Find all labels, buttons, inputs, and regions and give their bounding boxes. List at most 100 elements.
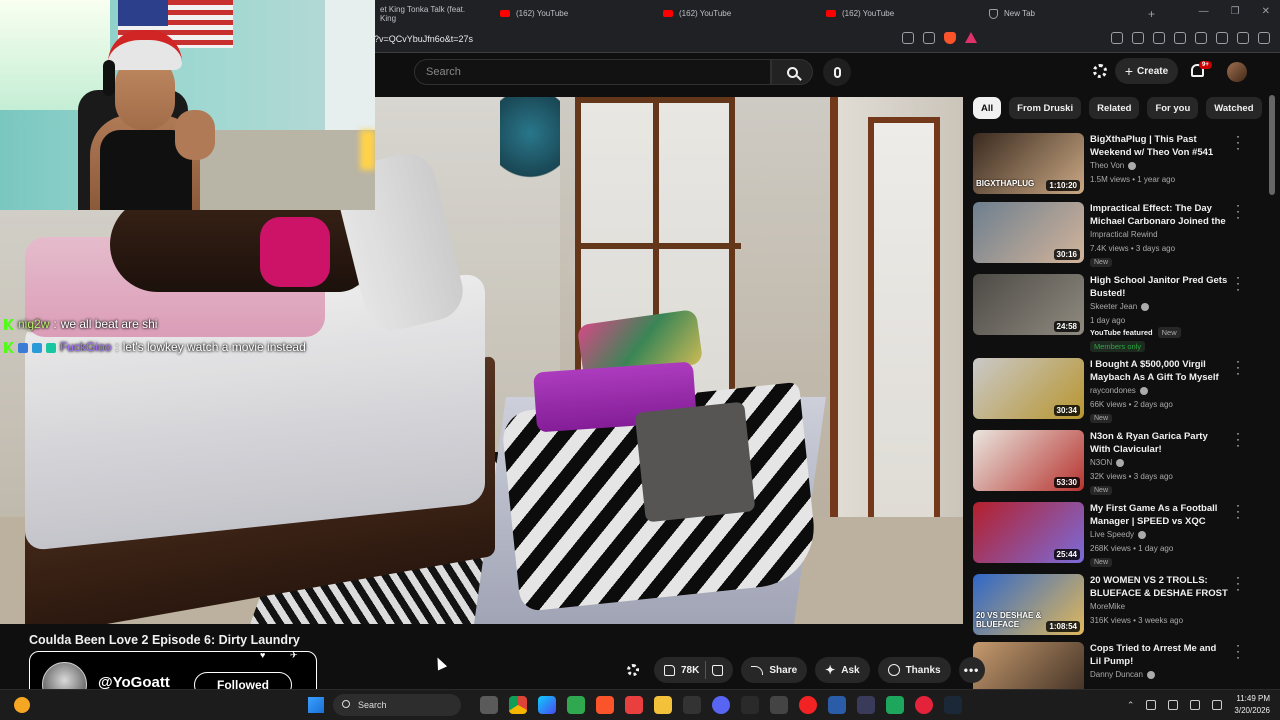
video-thumbnail[interactable]: BIGXTHAPLUG 1:10:20 — [973, 133, 1084, 194]
browser-tab[interactable]: New Tab — [979, 0, 1142, 27]
recommended-video[interactable]: 30:16 Impractical Effect: The Day Michael… — [973, 199, 1253, 267]
windows-start-icon[interactable] — [308, 697, 324, 713]
channel-name[interactable]: Live Speedy — [1090, 530, 1147, 539]
screenshot-icon[interactable] — [1132, 32, 1144, 44]
discord-icon[interactable] — [712, 696, 730, 714]
keyboard-icon[interactable] — [770, 696, 788, 714]
dislike-icon[interactable] — [712, 664, 724, 676]
recommended-video[interactable]: BIGXTHAPLUG 1:10:20 BigXthaPlug | This Pas… — [973, 130, 1253, 196]
menu-icon[interactable] — [1258, 32, 1270, 44]
video-thumbnail[interactable]: 24:58 — [973, 274, 1084, 335]
create-button[interactable]: + Create — [1115, 58, 1178, 84]
video-title-link[interactable]: I Bought A $500,000 Virgil Maybach As A … — [1090, 358, 1230, 384]
more-vertical-icon[interactable]: · · · — [1233, 427, 1243, 451]
video-title-link[interactable]: Cops Tried to Arrest Me and Lil Pump! — [1090, 642, 1230, 668]
share-icon[interactable] — [923, 32, 935, 44]
volume-icon[interactable] — [1190, 700, 1201, 710]
channel-name[interactable]: N3ON — [1090, 458, 1125, 467]
video-title-link[interactable]: My First Game As a Football Manager | SP… — [1090, 502, 1230, 528]
browser-tab[interactable]: (162) YouTube — [816, 0, 979, 27]
settings-gear-icon[interactable] — [1093, 64, 1107, 78]
music-icon[interactable] — [1153, 32, 1165, 44]
opera-gx-icon[interactable] — [799, 696, 817, 714]
recommended-video[interactable]: 20 VS DESHAE & BLUEFACE 1:08:54 20 WOMEN V… — [973, 571, 1253, 637]
more-actions-button[interactable]: ••• — [958, 657, 985, 683]
xbox-icon[interactable] — [567, 696, 585, 714]
browser-tab[interactable]: (162) YouTube — [653, 0, 816, 27]
brave-shields-icon[interactable] — [944, 32, 956, 44]
more-vertical-icon[interactable]: · · · — [1233, 571, 1243, 595]
channel-name[interactable]: raycondones — [1090, 386, 1148, 395]
ask-button[interactable]: ✦ Ask — [815, 657, 870, 683]
video-title-link[interactable]: Impractical Effect: The Day Michael Carb… — [1090, 202, 1230, 228]
recommended-video[interactable]: 53:30 N3on & Ryan Garica Party With Clavi… — [973, 427, 1253, 495]
terminal-icon[interactable] — [741, 696, 759, 714]
channel-name[interactable]: Theo Von — [1090, 161, 1137, 170]
more-vertical-icon[interactable]: · · · — [1233, 639, 1243, 663]
chrome-icon[interactable] — [509, 696, 527, 714]
video-thumbnail[interactable]: 30:34 — [973, 358, 1084, 419]
video-title-link[interactable]: BigXthaPlug | This Past Weekend w/ Theo … — [1090, 133, 1230, 159]
close-icon[interactable]: ✕ — [1262, 6, 1270, 17]
clock[interactable]: 11:49 PM 3/20/2026 — [1234, 693, 1270, 717]
video-title-link[interactable]: High School Janitor Pred Gets Busted! — [1090, 274, 1230, 300]
wallet-icon[interactable] — [1195, 32, 1207, 44]
screen-icon[interactable] — [902, 32, 914, 44]
extensions-icon[interactable] — [1111, 32, 1123, 44]
search-button[interactable] — [771, 59, 813, 85]
share-button[interactable]: Share — [741, 657, 808, 683]
steam-icon[interactable] — [944, 696, 962, 714]
video-thumbnail[interactable]: 20 VS DESHAE & BLUEFACE 1:08:54 — [973, 574, 1084, 635]
app-icon[interactable] — [683, 696, 701, 714]
battery-icon[interactable] — [1212, 700, 1223, 710]
browser-tab[interactable]: et King Tonka Talk (feat. King — [370, 0, 490, 27]
channel-name[interactable]: Impractical Rewind — [1090, 230, 1158, 239]
video-title-link[interactable]: N3on & Ryan Garica Party With Clavicular… — [1090, 430, 1230, 456]
channel-name[interactable]: MoreMike — [1090, 602, 1125, 611]
browser-tab[interactable]: (162) YouTube — [490, 0, 653, 27]
brave-icon[interactable] — [596, 696, 614, 714]
leo-ai-icon[interactable] — [1216, 32, 1228, 44]
filter-chip[interactable]: From Druski — [1009, 97, 1082, 119]
chevron-up-icon[interactable]: ⌃ — [1127, 700, 1135, 711]
weather-widget-icon[interactable] — [14, 697, 30, 713]
filter-chip[interactable]: Watched — [1206, 97, 1262, 119]
wifi-icon[interactable] — [1168, 700, 1179, 710]
more-vertical-icon[interactable]: · · · — [1233, 130, 1243, 154]
thanks-button[interactable]: Thanks — [877, 657, 951, 683]
task-view-icon[interactable] — [480, 696, 498, 714]
more-vertical-icon[interactable]: · · · — [1233, 499, 1243, 523]
url-text[interactable]: ?v=QCvYbuJfn6o&t=27s — [374, 34, 473, 44]
channel-name[interactable]: Danny Duncan — [1090, 670, 1155, 679]
video-title-link[interactable]: 20 WOMEN VS 2 TROLLS: BLUEFACE & DESHAE … — [1090, 574, 1230, 600]
video-thumbnail[interactable]: 30:16 — [973, 202, 1084, 263]
filter-chip[interactable]: For you — [1147, 97, 1199, 119]
app-icon-3[interactable] — [857, 696, 875, 714]
maximize-icon[interactable]: ❐ — [1231, 6, 1240, 17]
capcut-icon[interactable] — [625, 696, 643, 714]
brave-rewards-icon[interactable] — [965, 32, 977, 43]
more-vertical-icon[interactable]: · · · — [1233, 199, 1243, 223]
filter-chip[interactable]: All — [973, 97, 1002, 119]
recommended-video[interactable]: 25:44 My First Game As a Football Manager… — [973, 499, 1253, 567]
kick-icon[interactable] — [886, 696, 904, 714]
scrollbar[interactable] — [1269, 95, 1275, 195]
channel-name[interactable]: Skeeter Jean — [1090, 302, 1150, 311]
voice-search-button[interactable] — [823, 58, 851, 86]
copilot-icon[interactable] — [538, 696, 556, 714]
app-icon-2[interactable] — [828, 696, 846, 714]
file-explorer-icon[interactable] — [654, 696, 672, 714]
settings-button[interactable] — [620, 657, 646, 683]
microphone-tray-icon[interactable] — [1146, 700, 1157, 710]
search-input[interactable]: Search — [414, 59, 771, 85]
recommended-video[interactable]: 24:58 High School Janitor Pred Gets Buste… — [973, 271, 1253, 352]
filter-chip[interactable]: Related — [1089, 97, 1140, 119]
vpn-icon[interactable] — [1237, 32, 1249, 44]
minimize-icon[interactable]: — — [1199, 6, 1209, 17]
app-icon-4[interactable] — [915, 696, 933, 714]
new-tab-icon[interactable]: + — [1148, 7, 1155, 21]
like-icon[interactable] — [664, 664, 675, 676]
account-avatar[interactable] — [1227, 62, 1247, 82]
recommended-video[interactable]: 30:34 I Bought A $500,000 Virgil Maybach … — [973, 355, 1253, 423]
taskbar-search[interactable]: Search — [333, 694, 461, 716]
